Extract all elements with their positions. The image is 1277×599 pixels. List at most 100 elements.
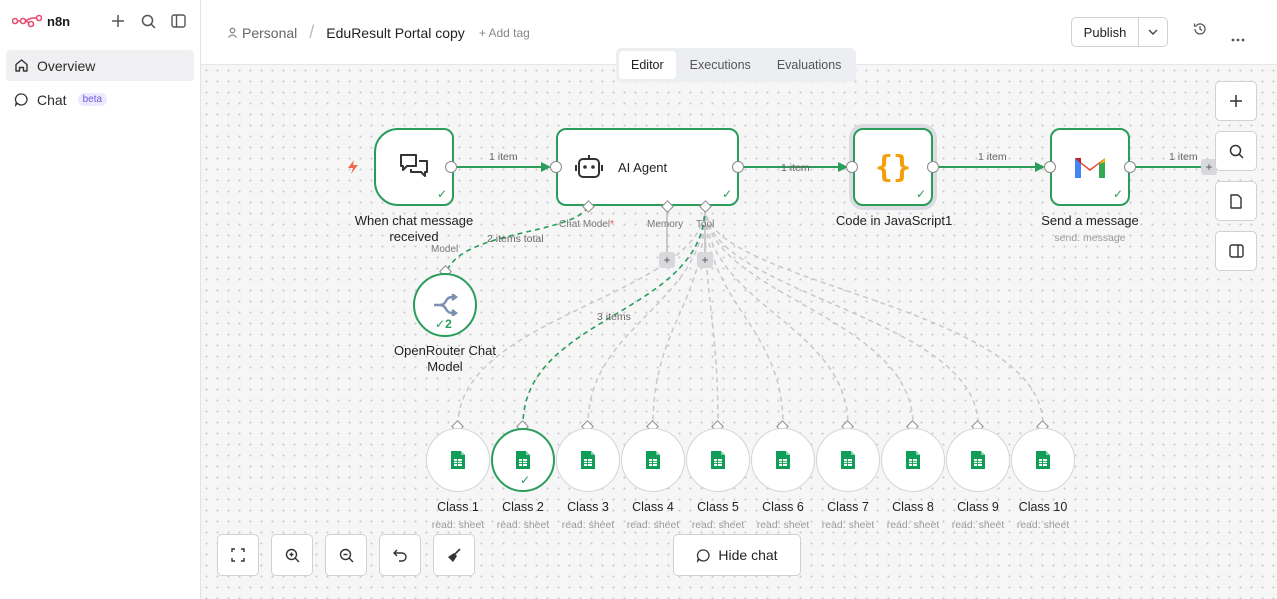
edge-label-tool-items: 3 items	[597, 311, 631, 323]
google-sheets-icon	[776, 451, 790, 469]
canvas-bottom-toolbar	[217, 534, 475, 576]
code-label: Code in JavaScript1	[835, 213, 953, 228]
toggle-panel-button[interactable]	[1215, 231, 1257, 271]
chat-trigger-icon	[400, 154, 428, 177]
zoom-in-button[interactable]	[271, 534, 313, 576]
fit-view-icon	[231, 548, 245, 562]
beta-badge: beta	[77, 93, 108, 106]
node-gmail-send[interactable]: ✓	[1050, 128, 1130, 206]
tool-node-class-10[interactable]	[1011, 428, 1075, 492]
workflow-title[interactable]: EduResult Portal copy	[326, 25, 465, 41]
openrouter-label: OpenRouter Chat Model	[394, 343, 496, 374]
edge-label-model-total: 2 items total	[487, 233, 544, 245]
view-tabs: Editor Executions Evaluations	[616, 48, 857, 82]
zoom-out-icon	[339, 548, 353, 562]
breadcrumb-personal[interactable]: Personal	[227, 25, 297, 41]
tool-label: Class 10	[1018, 500, 1068, 514]
tool-port-label: Tool	[696, 219, 715, 230]
undo-button[interactable]	[379, 534, 421, 576]
openrouter-icon	[434, 294, 458, 316]
tool-sublabel: read: sheet	[1016, 519, 1070, 531]
add-tag-button[interactable]: + Add tag	[479, 26, 530, 40]
node-chat-trigger[interactable]: ✓	[374, 128, 454, 206]
add-memory-button[interactable]: +	[659, 252, 675, 268]
success-check-icon: ✓	[436, 187, 447, 201]
tool-node-class-4[interactable]	[621, 428, 685, 492]
google-sheets-icon	[581, 451, 595, 469]
tool-edges	[457, 206, 1044, 426]
tab-executions[interactable]: Executions	[678, 51, 763, 79]
success-check-icon: ✓	[520, 473, 531, 487]
publish-button[interactable]: Publish	[1071, 17, 1139, 47]
search-icon	[1229, 144, 1244, 159]
workflow-canvas[interactable]: ✓ When chat message received AI Agent ✓ C…	[201, 65, 1277, 599]
code-braces-icon: {}	[874, 149, 912, 185]
agent-input-port[interactable]	[550, 161, 562, 173]
plus-icon	[1230, 95, 1242, 107]
memory-port-label: Memory	[647, 219, 684, 230]
tidy-up-button[interactable]	[433, 534, 475, 576]
publish-group: Publish	[1071, 17, 1168, 47]
gmail-sublabel: send: message	[1054, 232, 1126, 244]
tool-node-class-8[interactable]	[881, 428, 945, 492]
tool-node-class-2[interactable]: ✓	[491, 428, 555, 492]
gmail-icon	[1075, 158, 1105, 178]
gmail-label: Send a message	[1041, 213, 1139, 228]
success-count: ✓2	[435, 317, 452, 331]
search-nodes-button[interactable]	[1215, 131, 1257, 171]
sidebar: n8n Overview Chat beta	[0, 0, 201, 599]
home-icon	[15, 59, 28, 72]
search-icon[interactable]	[138, 11, 158, 31]
sidebar-top: n8n	[0, 0, 200, 42]
undo-icon	[393, 549, 407, 562]
trigger-bolt-icon	[347, 159, 359, 180]
tool-node-class-7[interactable]	[816, 428, 880, 492]
code-input-port[interactable]	[846, 161, 858, 173]
history-icon[interactable]	[1193, 22, 1207, 41]
add-tool-button[interactable]: +	[697, 252, 713, 268]
node-ai-agent[interactable]: AI Agent ✓	[556, 128, 739, 206]
tab-evaluations[interactable]: Evaluations	[765, 51, 854, 79]
tool-node-class-3[interactable]	[556, 428, 620, 492]
google-sheets-icon	[646, 451, 660, 469]
sidebar-toggle-icon[interactable]	[168, 11, 188, 31]
breadcrumb-separator: /	[309, 22, 315, 42]
fit-view-button[interactable]	[217, 534, 259, 576]
tool-node-class-1[interactable]	[426, 428, 490, 492]
trigger-output-port[interactable]	[445, 161, 457, 173]
sidebar-item-chat[interactable]: Chat beta	[6, 84, 194, 115]
google-sheets-icon	[711, 451, 725, 469]
success-check-icon: ✓	[1112, 187, 1123, 201]
add-icon[interactable]	[108, 11, 128, 31]
code-output-port[interactable]	[927, 161, 939, 173]
sidebar-item-overview[interactable]: Overview	[6, 50, 194, 81]
agent-output-port[interactable]	[732, 161, 744, 173]
tool-node-class-9[interactable]	[946, 428, 1010, 492]
zoom-out-button[interactable]	[325, 534, 367, 576]
tab-editor[interactable]: Editor	[619, 51, 676, 79]
add-node-button[interactable]	[1215, 81, 1257, 121]
more-options-icon[interactable]	[1231, 29, 1245, 47]
hide-chat-button[interactable]: Hide chat	[673, 534, 801, 576]
google-sheets-icon	[906, 451, 920, 469]
node-code-javascript[interactable]: {} ✓	[853, 128, 933, 206]
zoom-in-icon	[285, 548, 299, 562]
chat-bubble-icon	[14, 93, 28, 107]
user-icon	[228, 27, 237, 38]
tool-node-class-6[interactable]	[751, 428, 815, 492]
tool-node-class-5[interactable]	[686, 428, 750, 492]
edge-label-gmail-out: 1 item	[1169, 151, 1198, 163]
breadcrumb: Personal / EduResult Portal copy + Add t…	[227, 22, 530, 43]
ai-agent-title: AI Agent	[618, 159, 668, 175]
node-openrouter-chat-model[interactable]: ✓2	[413, 273, 477, 337]
breadcrumb-personal-label: Personal	[242, 24, 298, 41]
gmail-input-port[interactable]	[1044, 161, 1056, 173]
publish-dropdown-button[interactable]	[1139, 17, 1168, 47]
gmail-output-port[interactable]	[1124, 161, 1136, 173]
edge-label-code-gmail: 1 item	[978, 151, 1007, 163]
edge-label-agent-code: 1 item	[781, 162, 810, 174]
n8n-logo[interactable]: n8n	[12, 14, 70, 29]
hide-chat-label: Hide chat	[718, 547, 778, 563]
sidebar-actions	[108, 11, 188, 31]
sticky-note-button[interactable]	[1215, 181, 1257, 221]
